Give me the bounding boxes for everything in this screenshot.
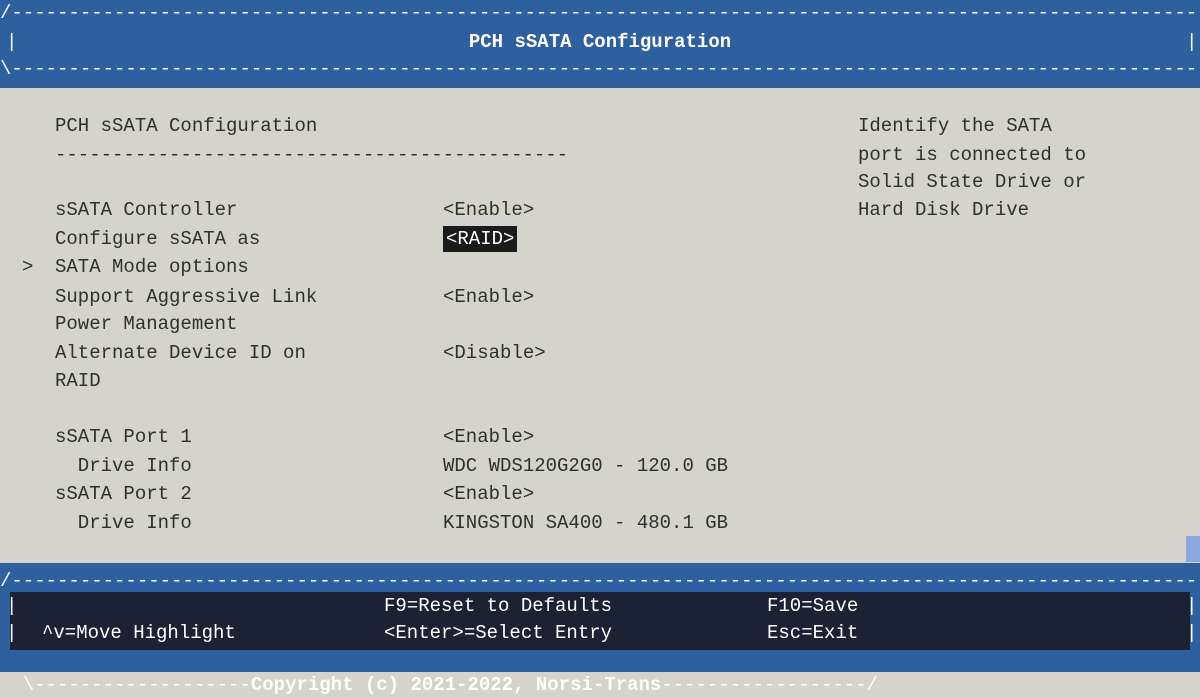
setting-value[interactable]: <Enable> [443, 284, 534, 310]
footer-left-bar: | [6, 595, 18, 617]
setting-label-cont: RAID [55, 370, 101, 392]
setting-label: sSATA Port 2 [55, 483, 192, 505]
title-border-bottom: \---------------------------------------… [0, 58, 1200, 80]
section-title: PCH sSATA Configuration [55, 115, 318, 137]
key-help-block [1155, 593, 1185, 620]
title-bar: /---------------------------------------… [0, 0, 1200, 88]
key-select-entry: <Enter>=Select Entry [384, 622, 613, 644]
info-label: Drive Info [55, 512, 192, 534]
setting-value[interactable]: <Enable> [443, 197, 534, 223]
key-move-highlight: ^v=Move Highlight [42, 622, 236, 644]
page-title: PCH sSATA Configuration [468, 31, 732, 53]
section-rule: ----------------------------------------… [55, 144, 569, 166]
title-border-top: /---------------------------------------… [0, 2, 1200, 24]
setting-label-cont: Power Management [55, 313, 238, 335]
setting-label: sSATA Controller [55, 199, 238, 221]
help-line: Hard Disk Drive [858, 199, 1030, 221]
footer-right-bar: | [1186, 595, 1198, 617]
key-save: F10=Save [767, 595, 859, 617]
help-line: Solid State Drive or [858, 171, 1087, 193]
scrollbar-thumb[interactable] [1186, 536, 1200, 562]
setting-value[interactable]: <Enable> [443, 481, 534, 507]
setting-value[interactable]: <Enable> [443, 424, 534, 450]
key-reset-defaults: F9=Reset to Defaults [384, 595, 613, 617]
setting-label: Support Aggressive Link [55, 286, 318, 308]
footer-left-bar-2: | [6, 622, 18, 644]
copyright-dashes-left: \------------------- [22, 674, 251, 696]
submenu-cursor: > [22, 256, 34, 278]
setting-label: Configure sSATA as [55, 228, 261, 250]
submenu-label[interactable]: SATA Mode options [55, 254, 249, 280]
help-line: port is connected to [858, 144, 1087, 166]
help-line: Identify the SATA [858, 115, 1052, 137]
setting-value-selected[interactable]: <RAID> [443, 226, 518, 252]
setting-label: Alternate Device ID on [55, 342, 306, 364]
setting-value[interactable]: <Disable> [443, 340, 546, 366]
info-value: KINGSTON SA400 - 480.1 GB [443, 512, 729, 534]
footer-border-bottom: \-------------------Copyright (c) 2021-2… [0, 646, 1200, 698]
copyright-text: Copyright (c) 2021-2022, Norsi-Trans [250, 674, 662, 696]
copyright-dashes-right: ------------------/ [661, 674, 878, 696]
footer-border-top: /---------------------------------------… [0, 570, 1200, 592]
setting-label: sSATA Port 1 [55, 426, 192, 448]
key-exit: Esc=Exit [767, 622, 859, 644]
info-label: Drive Info [55, 455, 192, 477]
footer-right-bar-2: | [1186, 622, 1198, 644]
info-value: WDC WDS120G2G0 - 120.0 GB [443, 455, 729, 477]
